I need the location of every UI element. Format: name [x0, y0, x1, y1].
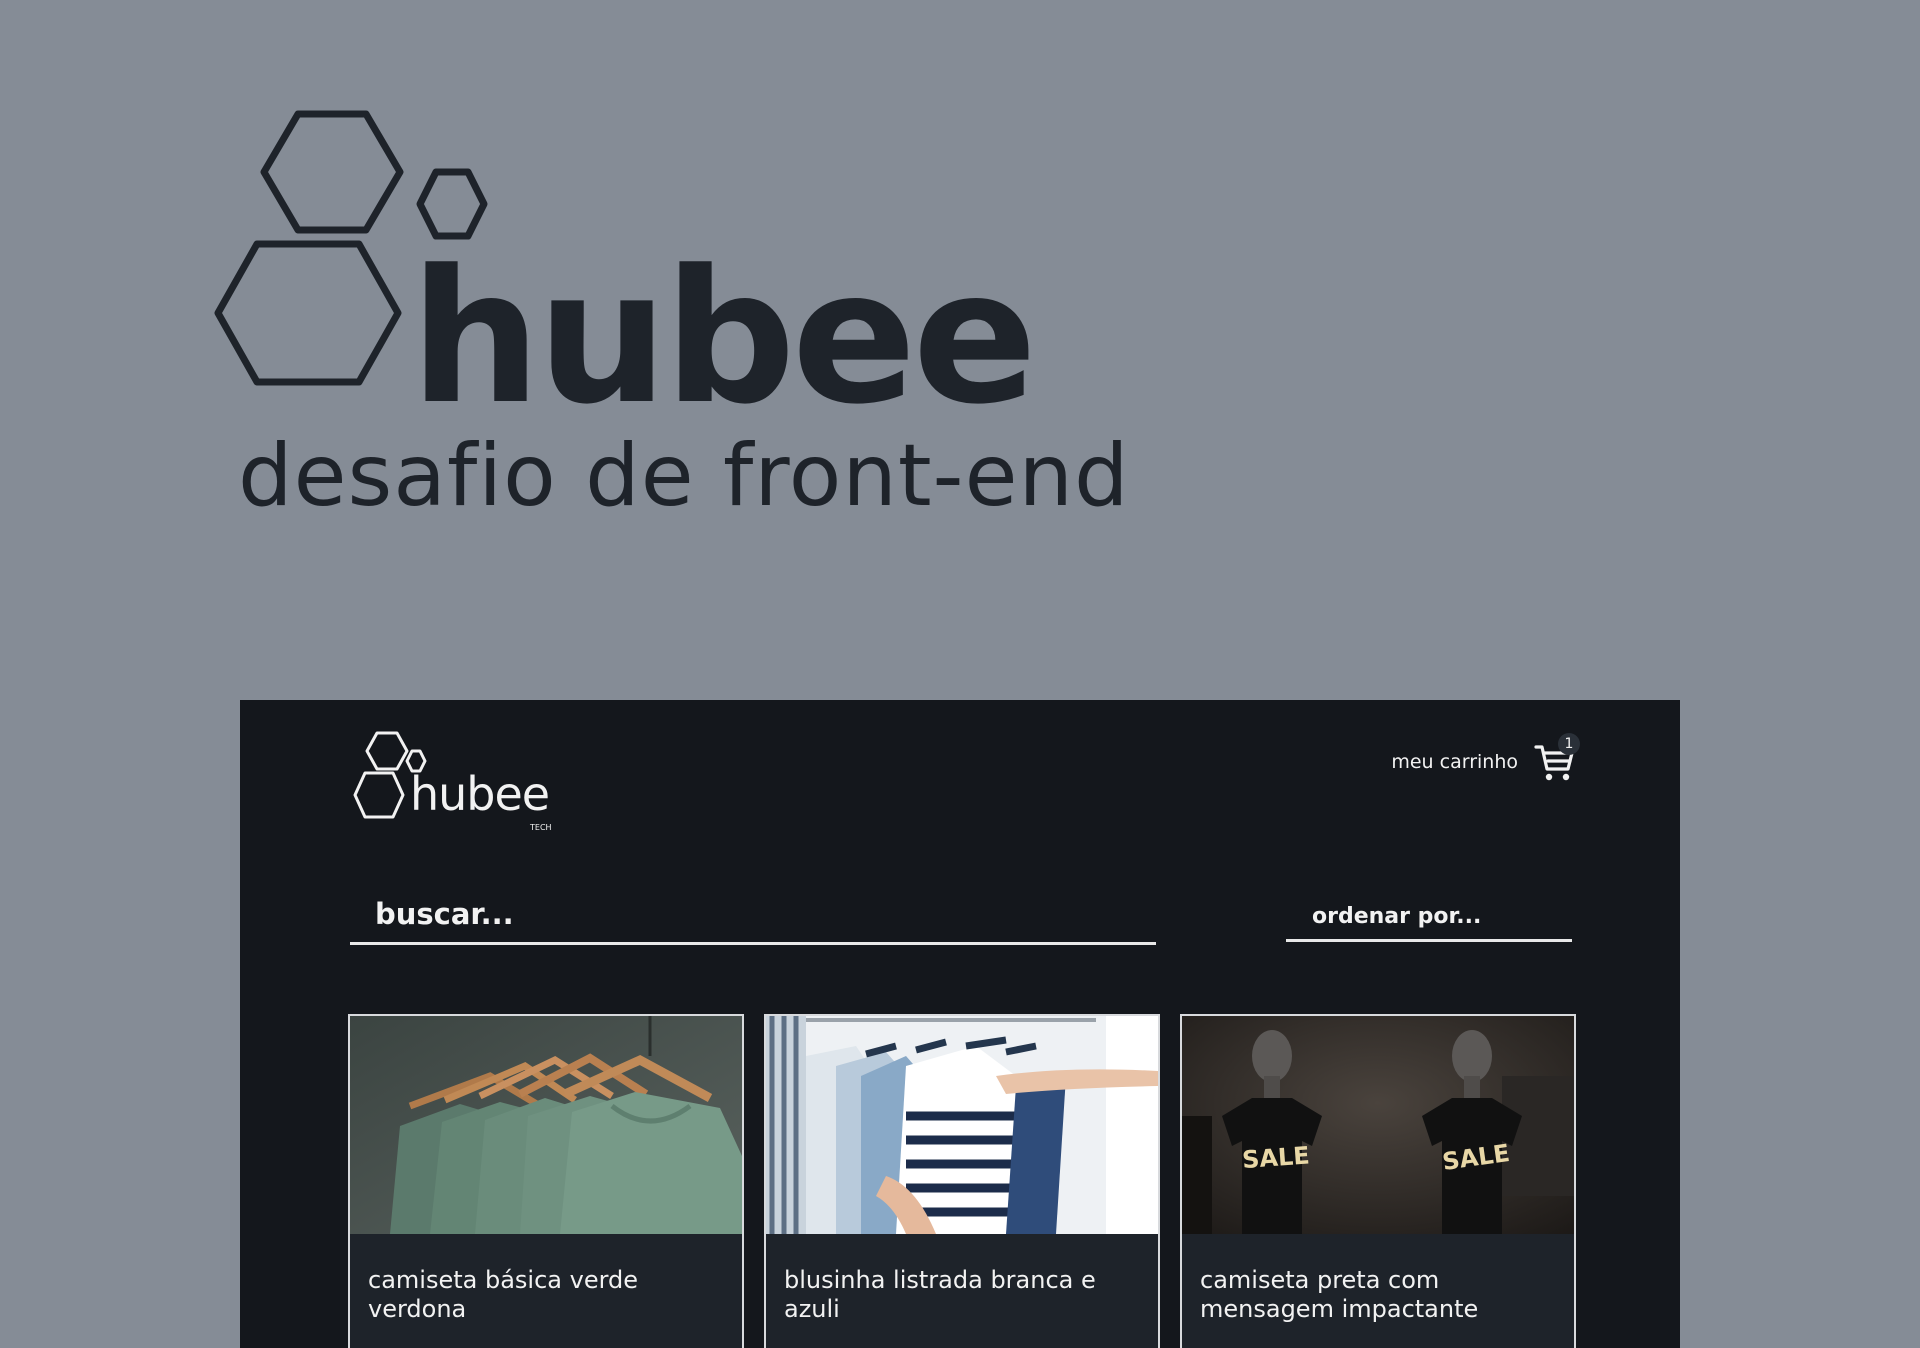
search-field [350, 886, 1156, 945]
cart-label: meu carrinho [1391, 751, 1518, 773]
product-title: camiseta básica verde verdona [368, 1266, 639, 1323]
cart-icon-wrap: 1 [1534, 733, 1580, 785]
product-card[interactable]: camiseta básica verde verdona [348, 1014, 744, 1348]
store-tag: TECH [530, 823, 552, 832]
sale-text: SALE [1241, 1141, 1310, 1174]
product-title: blusinha listrada branca e azuli [784, 1266, 1096, 1323]
product-card[interactable]: SALE SALE camiseta preta com mensagem im… [1180, 1014, 1576, 1348]
cart-count-badge: 1 [1558, 733, 1580, 755]
store-brand: hubee [410, 767, 550, 821]
product-title: camiseta preta com mensagem impactante [1200, 1266, 1479, 1323]
product-image [350, 1016, 742, 1234]
product-card[interactable]: blusinha listrada branca e azuli [764, 1014, 1160, 1348]
cart-button[interactable]: meu carrinho 1 [1391, 733, 1580, 786]
hero-logo: hubee [214, 106, 1037, 430]
product-image: SALE SALE [1182, 1016, 1574, 1234]
sort-dropdown[interactable]: ordenar por... [1286, 894, 1572, 942]
store-preview: hubee TECH meu carrinho 1 ordenar por... [240, 700, 1680, 1348]
sort-label: ordenar por... [1312, 904, 1482, 929]
hero-brand: hubee [410, 231, 1037, 445]
product-image [766, 1016, 1158, 1234]
search-input[interactable] [350, 886, 1156, 942]
page-title: desafio de front-end [238, 426, 1130, 526]
store-logo[interactable]: hubee TECH [350, 731, 570, 836]
